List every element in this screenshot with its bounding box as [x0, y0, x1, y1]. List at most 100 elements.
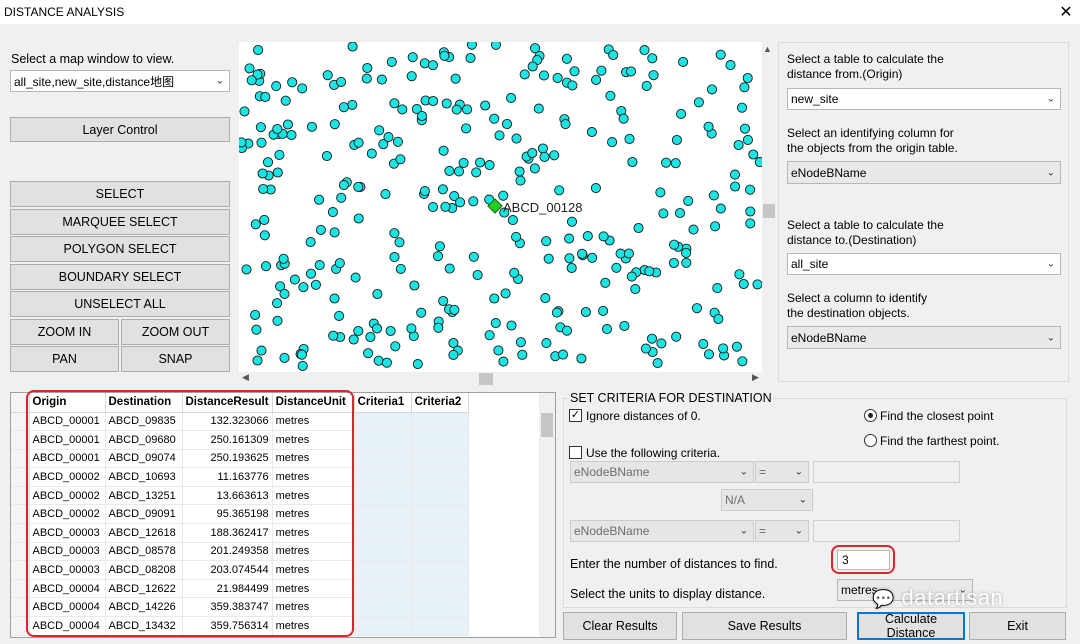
site-point[interactable] — [372, 288, 383, 300]
site-point[interactable] — [713, 313, 724, 325]
site-point[interactable] — [480, 100, 491, 111]
site-point[interactable] — [506, 92, 517, 103]
site-point[interactable] — [733, 139, 744, 151]
site-point[interactable] — [336, 192, 347, 203]
site-point[interactable] — [567, 80, 578, 91]
site-point[interactable] — [745, 184, 756, 195]
site-point[interactable] — [718, 343, 729, 354]
site-point[interactable] — [745, 206, 756, 217]
site-point[interactable] — [549, 150, 560, 161]
site-point[interactable] — [498, 190, 509, 201]
ignore-zero-checkbox[interactable]: ✓ — [569, 409, 582, 422]
site-point[interactable] — [537, 143, 548, 154]
site-point[interactable] — [409, 280, 420, 291]
site-point[interactable] — [386, 56, 397, 67]
site-point[interactable] — [296, 349, 307, 360]
site-point[interactable] — [449, 304, 460, 315]
site-point[interactable] — [489, 293, 500, 304]
site-point[interactable] — [374, 125, 385, 136]
site-point[interactable] — [416, 307, 427, 318]
criteria1-cell[interactable] — [354, 504, 412, 525]
site-point[interactable] — [280, 95, 291, 106]
site-point[interactable] — [509, 267, 520, 278]
site-point[interactable] — [500, 288, 511, 299]
site-point[interactable] — [626, 271, 637, 282]
site-point[interactable] — [736, 102, 748, 113]
site-point[interactable] — [272, 167, 283, 178]
site-point[interactable] — [450, 73, 461, 84]
site-point[interactable] — [725, 60, 736, 71]
site-point[interactable] — [600, 277, 611, 288]
site-point[interactable] — [661, 157, 672, 168]
site-point[interactable] — [630, 284, 641, 295]
criteria2-cell[interactable] — [411, 412, 469, 432]
site-point[interactable] — [551, 307, 562, 318]
site-point[interactable] — [361, 73, 372, 84]
site-point[interactable] — [437, 184, 448, 195]
zoom-in-button[interactable]: ZOOM IN — [10, 319, 119, 345]
site-point[interactable] — [252, 355, 263, 366]
site-point[interactable] — [471, 167, 482, 178]
site-point[interactable] — [272, 315, 283, 326]
site-point[interactable] — [246, 75, 257, 86]
dest-column-select[interactable]: eNodeBName ⌄ — [787, 326, 1061, 349]
criteria1-cell[interactable] — [354, 542, 412, 562]
site-point[interactable] — [297, 360, 308, 371]
site-point[interactable] — [406, 323, 417, 334]
site-point[interactable] — [448, 349, 459, 360]
site-point[interactable] — [739, 82, 750, 93]
criteria2-cell[interactable] — [411, 616, 469, 636]
site-point[interactable] — [601, 324, 613, 335]
site-point[interactable] — [289, 274, 300, 285]
site-point[interactable] — [419, 58, 430, 69]
site-point[interactable] — [683, 195, 694, 206]
site-point[interactable] — [365, 331, 376, 343]
site-point[interactable] — [286, 129, 297, 141]
site-point[interactable] — [693, 97, 704, 108]
site-point[interactable] — [729, 169, 741, 180]
site-point[interactable] — [461, 123, 472, 134]
criteria2-operator-select[interactable]: = ⌄ — [755, 520, 809, 542]
site-point[interactable] — [314, 260, 325, 271]
zoom-out-button[interactable]: ZOOM OUT — [121, 319, 230, 345]
closest-point-radio[interactable] — [864, 409, 877, 422]
site-point[interactable] — [615, 248, 626, 259]
site-point[interactable] — [338, 180, 349, 191]
criteria1-cell[interactable] — [354, 616, 412, 636]
site-point[interactable] — [644, 266, 655, 277]
boundary-select-button[interactable]: BOUNDARY SELECT — [10, 264, 230, 290]
site-point[interactable] — [748, 149, 759, 160]
site-point[interactable] — [506, 320, 517, 331]
close-icon[interactable]: ✕ — [1058, 2, 1074, 21]
site-point[interactable] — [688, 224, 699, 235]
site-point[interactable] — [742, 134, 753, 145]
site-point[interactable] — [439, 50, 450, 61]
site-point[interactable] — [256, 137, 267, 148]
site-point[interactable] — [557, 349, 569, 360]
map-horizontal-scroll-thumb[interactable] — [479, 373, 493, 385]
site-point[interactable] — [329, 293, 340, 304]
site-point[interactable] — [353, 213, 364, 224]
site-point[interactable] — [406, 71, 417, 82]
map-vertical-scrollbar[interactable]: ▲ — [762, 42, 776, 372]
criteria1-cell[interactable] — [354, 597, 412, 618]
site-point[interactable] — [561, 53, 572, 64]
site-point[interactable] — [715, 49, 726, 60]
site-point[interactable] — [465, 52, 476, 64]
site-point[interactable] — [605, 90, 616, 101]
criteria2-cell[interactable] — [411, 467, 469, 487]
site-point[interactable] — [569, 66, 580, 77]
site-point[interactable] — [540, 293, 551, 304]
site-point[interactable] — [427, 202, 439, 213]
site-point[interactable] — [490, 318, 501, 329]
site-point[interactable] — [381, 357, 392, 368]
site-point[interactable] — [530, 43, 541, 54]
map-canvas[interactable]: ABCD_00128 — [239, 42, 762, 372]
site-point[interactable] — [668, 257, 679, 269]
site-point[interactable] — [625, 66, 637, 77]
site-point[interactable] — [623, 248, 634, 259]
site-point[interactable] — [466, 42, 477, 50]
site-point[interactable] — [260, 261, 272, 272]
site-point[interactable] — [279, 352, 290, 363]
site-point[interactable] — [305, 237, 316, 248]
